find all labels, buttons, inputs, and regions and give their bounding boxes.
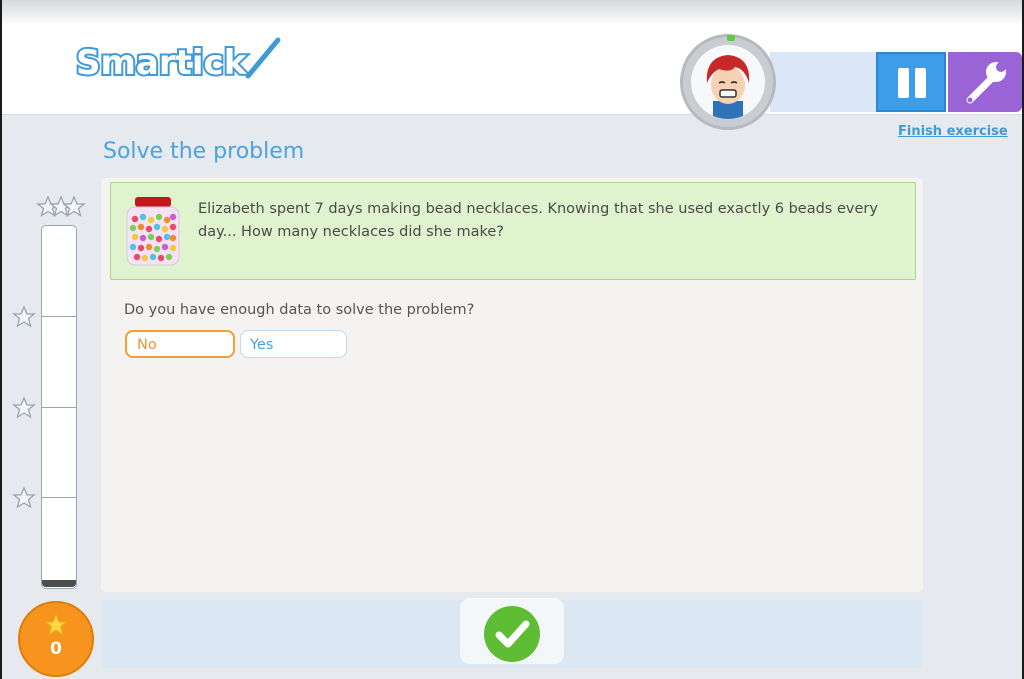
meter-tick — [42, 497, 76, 498]
three-stars-icon — [36, 195, 86, 217]
problem-statement-box: Elizabeth spent 7 days making bead neckl… — [110, 182, 916, 280]
frame-edge-left — [0, 0, 2, 679]
toolbar-background — [770, 52, 878, 112]
score-value: 0 — [50, 639, 62, 659]
logo-text: Smartick — [76, 43, 248, 83]
boy-avatar-icon — [706, 55, 750, 119]
star-icon — [12, 486, 36, 509]
bead-jar-image — [126, 197, 180, 266]
meter-tick — [42, 316, 76, 317]
exercise-title: Solve the problem — [103, 139, 305, 164]
question-text: Do you have enough data to solve the pro… — [124, 302, 475, 318]
answer-yes-button[interactable]: Yes — [240, 330, 347, 358]
wrench-icon — [966, 62, 1006, 104]
avatar[interactable] — [680, 34, 776, 130]
smartick-logo: Smartick — [74, 37, 281, 85]
pause-button[interactable] — [876, 52, 946, 112]
avatar-face — [691, 45, 765, 119]
tools-button[interactable] — [948, 52, 1022, 112]
star-icon — [44, 613, 68, 636]
submit-check-button[interactable] — [484, 606, 540, 662]
score-badge: 0 — [18, 601, 94, 677]
header-shade — [0, 0, 1024, 26]
meter-tick — [42, 407, 76, 408]
finish-exercise-link[interactable]: Finish exercise — [898, 124, 1008, 139]
star-icon — [12, 396, 36, 419]
problem-text: Elizabeth spent 7 days making bead neckl… — [198, 201, 878, 240]
progress-meter-fill — [42, 580, 76, 587]
star-icon — [12, 305, 36, 328]
timer-indicator — [727, 35, 735, 41]
checkmark-icon — [495, 620, 530, 648]
answer-no-button[interactable]: No — [125, 330, 235, 358]
